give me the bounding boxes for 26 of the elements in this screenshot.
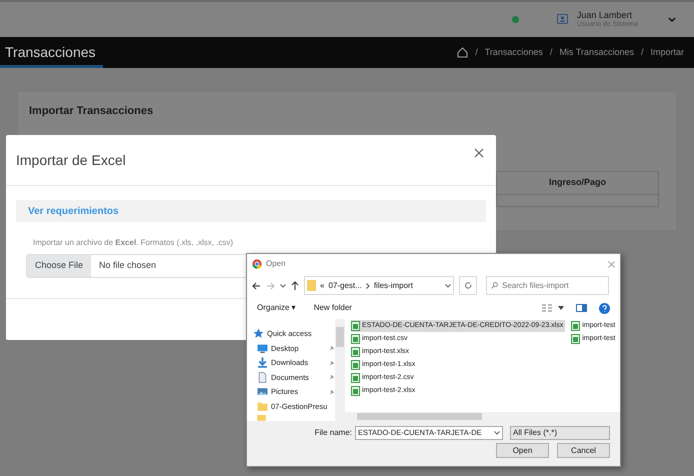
dialog-title: Open: [266, 258, 286, 270]
breadcrumb-separator: /: [475, 46, 478, 59]
file-name-label: File name:: [314, 427, 352, 439]
table-header-cell: Ingreso/Pago: [496, 170, 659, 194]
file-type-dropdown[interactable]: All Files (*.*): [510, 426, 610, 440]
toolbar-button[interactable]: New folder: [314, 302, 352, 314]
breadcrumb-link[interactable]: Mis Transacciones: [559, 46, 634, 60]
page-title: Transacciones: [0, 37, 103, 68]
choose-file-button[interactable]: Choose File: [27, 255, 92, 277]
user-name: Juan Lambert: [576, 10, 633, 20]
path-segment[interactable]: files-import: [374, 280, 413, 292]
dialog-button[interactable]: Cancel: [557, 443, 610, 458]
breadcrumb-separator: /: [640, 46, 644, 59]
path-prefix: «: [320, 280, 324, 292]
toolbar-button[interactable]: Organize ▾: [257, 302, 296, 314]
modal-title: Importar de Excel: [16, 150, 126, 170]
search-field[interactable]: Search files-import: [486, 276, 609, 295]
path-segment[interactable]: 07-gest...: [328, 280, 362, 292]
address-bar[interactable]: « 07-gest... files-import: [304, 276, 454, 295]
card-title: Importar Transacciones: [29, 104, 154, 119]
file-status: No file chosen: [99, 259, 156, 272]
dialog-button[interactable]: Open: [496, 443, 549, 458]
breadcrumb-separator: /: [550, 46, 552, 59]
breadcrumb-link[interactable]: Transacciones: [484, 46, 543, 60]
instruction-text: Importar un archivo de Excel. Formatos (.xls, .xlsx, .csv): [33, 237, 234, 249]
breadcrumb-link[interactable]: Importar: [650, 46, 684, 60]
